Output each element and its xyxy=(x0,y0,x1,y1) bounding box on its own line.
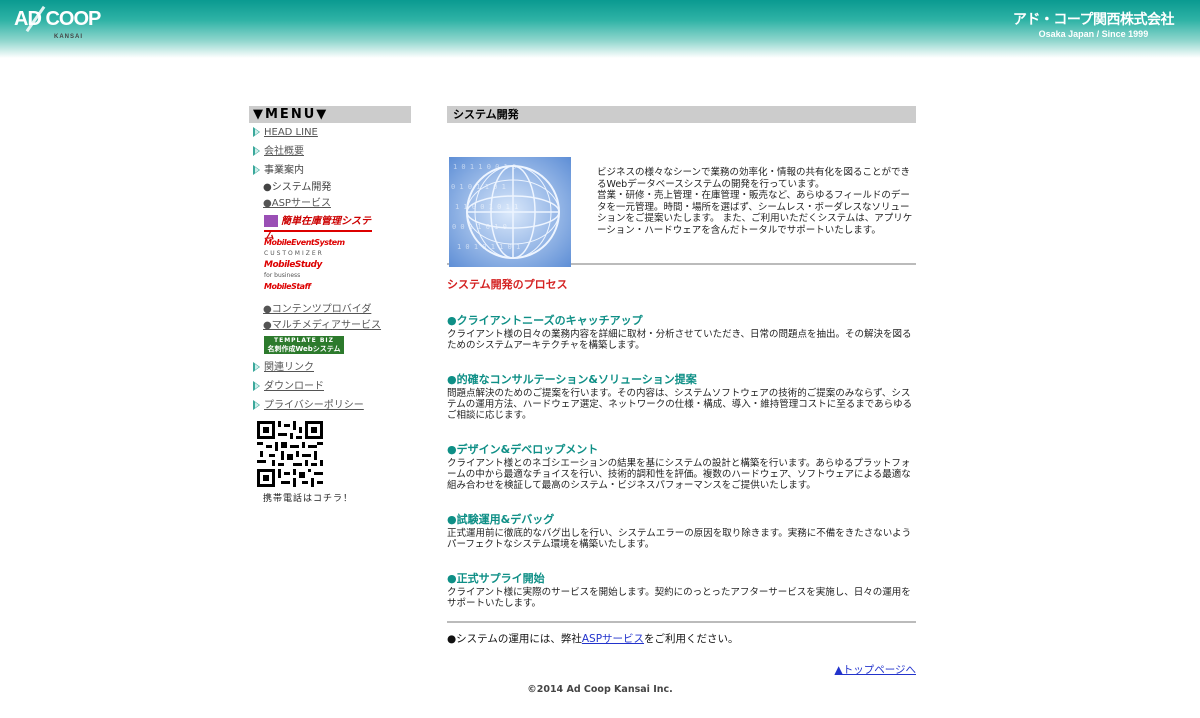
submenu-link-asp[interactable]: ●ASPサービス xyxy=(263,198,331,209)
banner-mobile-event-small: CUSTOMIZER xyxy=(264,250,324,257)
main-content: システム開発 1 0 1 1 0 0 1 0 0 1 0 1 1 0 1 1 1… xyxy=(447,106,916,677)
step-heading: ●クライアントニーズのキャッチアップ xyxy=(447,314,643,327)
asp-service-link[interactable]: ASPサービス xyxy=(582,633,644,645)
logo-subtext: KANSAI xyxy=(54,34,84,40)
company-name-block: アド・コープ関西株式会社 Osaka Japan / Since 1999 xyxy=(1012,9,1175,39)
arrow-icon xyxy=(253,362,260,372)
asp-note: ●システムの運用には、弊社ASPサービスをご利用ください。 xyxy=(447,631,916,646)
process-step: ●試験運用&デバッグ 正式運用前に徹底的なバグ出しを行い、システムエラーの原因を… xyxy=(447,513,916,550)
banner-mobile-event[interactable]: MobileEventSystem CUSTOMIZER xyxy=(264,238,411,260)
step-heading: ●試験運用&デバッグ xyxy=(447,513,555,526)
qr-code xyxy=(257,421,323,487)
top-link-row: ▲トップページへ xyxy=(447,662,916,677)
menu-item-company[interactable]: 会社概要 xyxy=(249,142,411,161)
menu-item-privacy[interactable]: プライバシーポリシー xyxy=(249,396,411,415)
process-title: システム開発のプロセス xyxy=(447,278,568,291)
menu-heading: ▼MENU▼ xyxy=(249,106,411,123)
banner-mobile-event-label: MobileEventSystem xyxy=(264,238,345,247)
menu-link-links[interactable]: 関連リンク xyxy=(264,362,314,373)
arrow-icon xyxy=(253,165,260,175)
menu-label-business: 事業案内 xyxy=(264,165,304,176)
arrow-icon xyxy=(253,127,260,137)
asp-note-prefix: ●システムの運用には、弊社 xyxy=(447,633,582,645)
svg-text:1 1 0 0 1 0 1 1: 1 1 0 0 1 0 1 1 xyxy=(455,203,518,211)
submenu-link-multimedia[interactable]: ●マルチメディアサービス xyxy=(263,320,381,331)
step-text: クライアント様とのネゴシエーションの結果を基にシステムの設計と構築を行います。あ… xyxy=(447,458,911,491)
arrow-icon xyxy=(253,146,260,156)
globe-image: 1 0 1 1 0 0 1 0 0 1 0 1 1 0 1 1 1 0 0 1 … xyxy=(449,157,571,267)
page-title: システム開発 xyxy=(447,106,916,123)
qr-code-image xyxy=(257,421,323,487)
side-menu: ▼MENU▼ HEAD LINE 会社概要 事業案内 ●システム開発 ●ASPサ… xyxy=(249,106,411,504)
company-logo[interactable]: AD COOP KANSAI xyxy=(14,5,101,40)
back-to-top-link[interactable]: ▲トップページへ xyxy=(835,664,916,676)
menu-link-download[interactable]: ダウンロード xyxy=(264,381,324,392)
banner-inventory-system[interactable]: 簡単在庫管理システム xyxy=(264,214,411,242)
arrow-icon xyxy=(253,400,260,410)
process-step: ●的確なコンサルテーション&ソリューション提案 問題点解決のためのご提案を行いま… xyxy=(447,373,916,421)
submenu-link-contents-provider[interactable]: ●コンテンツプロバイダ xyxy=(263,304,371,315)
company-tagline: Osaka Japan / Since 1999 xyxy=(1038,29,1149,39)
banner-mobile-staff-label: MobileStaff xyxy=(264,282,311,291)
banner-mobile-study-label: MobileStudy xyxy=(264,260,322,270)
inventory-icon xyxy=(264,215,278,227)
intro-text: ビジネスの様々なシーンで業務の効率化・情報の共有化を図ることができるWebデータ… xyxy=(597,167,913,236)
menu-item-download[interactable]: ダウンロード xyxy=(249,377,411,396)
process-step: ●正式サプライ開始 クライアント様に実際のサービスを開始します。契約にのっとった… xyxy=(447,572,916,609)
intro-section: 1 0 1 1 0 0 1 0 0 1 0 1 1 0 1 1 1 0 0 1 … xyxy=(447,123,916,267)
svg-text:0 1 0 1 1 0 1: 0 1 0 1 1 0 1 xyxy=(451,183,506,191)
submenu-system-dev: ●システム開発 xyxy=(249,180,411,196)
banner-mobile-staff[interactable]: MobileStaff xyxy=(264,282,411,302)
company-name-jp: アド・コープ関西株式会社 xyxy=(1012,11,1175,27)
step-text: 正式運用前に徹底的なバグ出しを行い、システムエラーの原因を取り除きます。実務に不… xyxy=(447,528,912,550)
menu-link-company[interactable]: 会社概要 xyxy=(264,146,304,157)
banner-template-bottom: 名刺作成Webシステム xyxy=(267,345,341,353)
step-text: クライアント様の日々の業務内容を詳細に取材・分析させていただき、日常の問題点を抽… xyxy=(447,329,912,351)
step-heading: ●正式サプライ開始 xyxy=(447,572,545,585)
banner-mobile-study[interactable]: MobileStudy for business xyxy=(264,260,411,282)
step-text: クライアント様に実際のサービスを開始します。契約にのっとったアフターサービスを実… xyxy=(447,587,911,609)
menu-item-business: 事業案内 xyxy=(249,161,411,180)
banner-mobile-study-small: for business xyxy=(264,272,301,279)
menu-item-links[interactable]: 関連リンク xyxy=(249,358,411,377)
asp-note-suffix: をご利用ください。 xyxy=(644,633,739,645)
arrow-icon xyxy=(253,381,260,391)
process-step: ●クライアントニーズのキャッチアップ クライアント様の日々の業務内容を詳細に取材… xyxy=(447,314,916,351)
process-step: ●デザイン&デベロップメント クライアント様とのネゴシエーションの結果を基にシス… xyxy=(447,443,916,491)
step-text: 問題点解決のためのご提案を行います。その内容は、システムソフトウェアの技術的ご提… xyxy=(447,388,913,421)
submenu-label-system-dev: ●システム開発 xyxy=(263,182,332,193)
footer-copyright: ©2014 Ad Coop Kansai Inc. xyxy=(527,684,673,695)
step-heading: ●デザイン&デベロップメント xyxy=(447,443,599,456)
submenu-multimedia[interactable]: ●マルチメディアサービス xyxy=(249,318,411,334)
divider xyxy=(447,621,916,623)
menu-link-privacy[interactable]: プライバシーポリシー xyxy=(264,400,364,411)
submenu-asp[interactable]: ●ASPサービス xyxy=(249,196,411,212)
header-banner: AD COOP KANSAI アド・コープ関西株式会社 Osaka Japan … xyxy=(0,0,1200,58)
qr-caption: 携帯電話はコチラ！ xyxy=(263,494,354,504)
banner-template-top: TEMPLATE BIZ xyxy=(274,337,334,344)
menu-item-headline[interactable]: HEAD LINE xyxy=(249,123,411,142)
banner-template-biz[interactable]: TEMPLATE BIZ 名刺作成Webシステム xyxy=(264,336,411,358)
menu-link-headline[interactable]: HEAD LINE xyxy=(264,127,318,138)
step-heading: ●的確なコンサルテーション&ソリューション提案 xyxy=(447,373,697,386)
submenu-contents-provider[interactable]: ●コンテンツプロバイダ xyxy=(249,302,411,318)
